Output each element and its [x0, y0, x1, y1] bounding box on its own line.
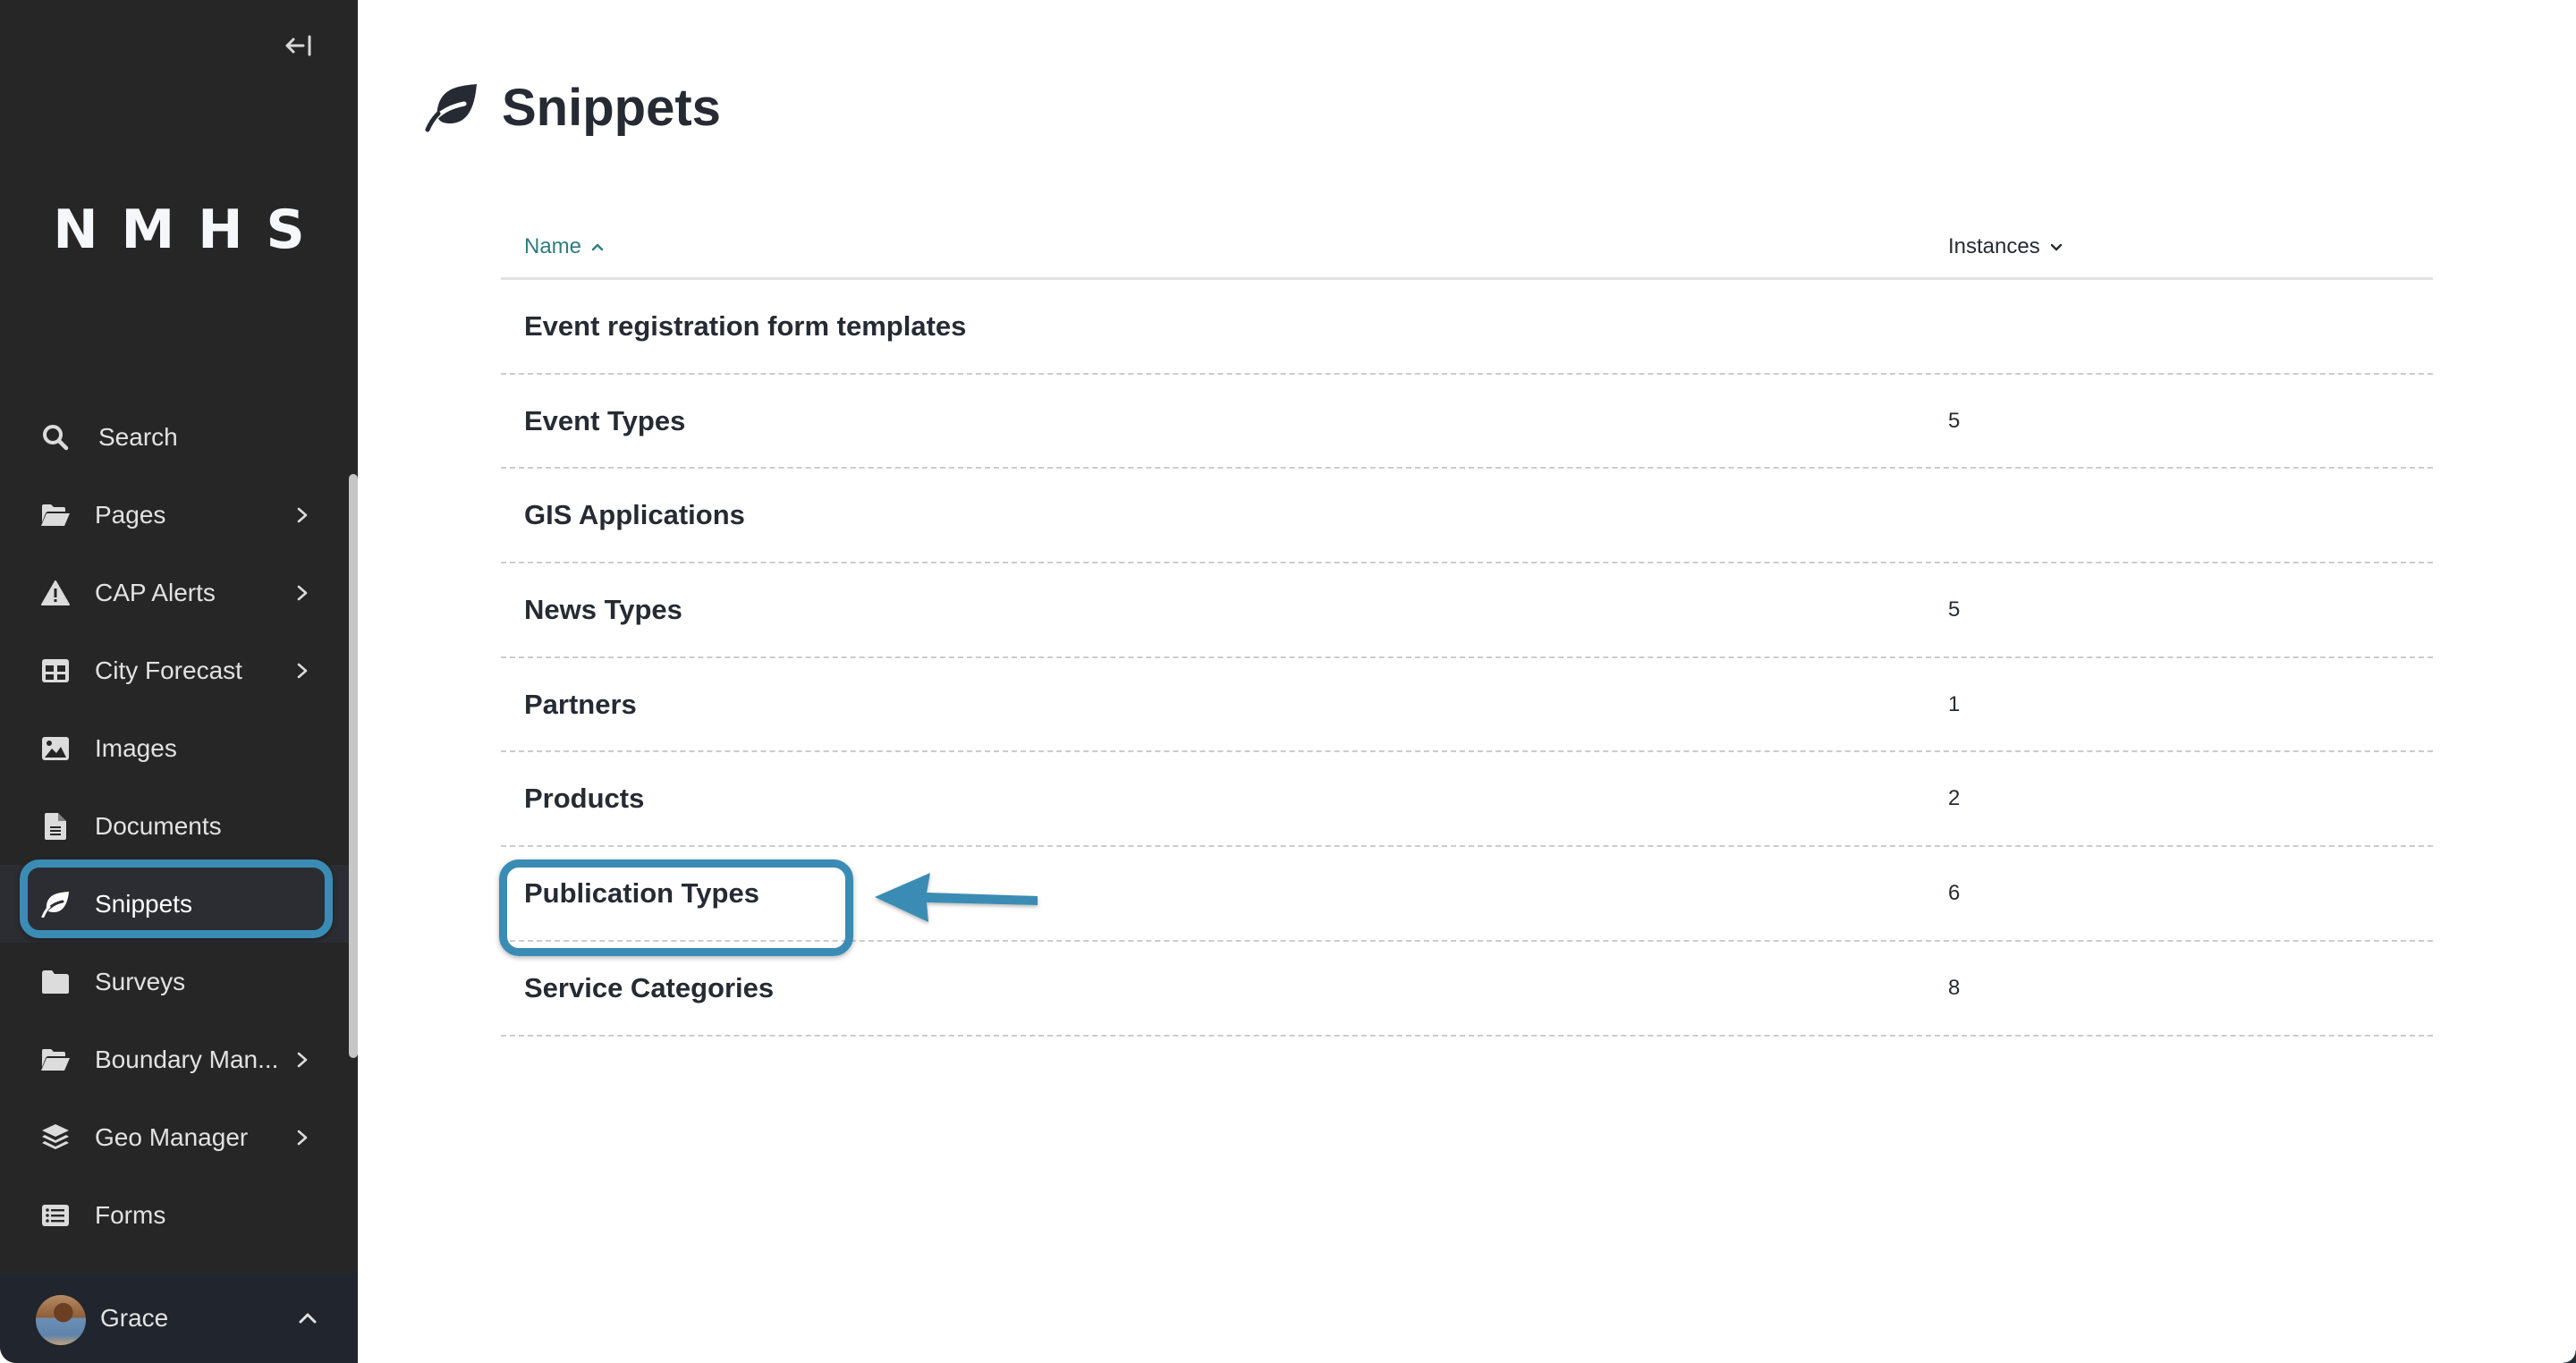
sidebar-item-label: Images	[95, 733, 177, 762]
instances-count: 6	[1948, 880, 1961, 905]
sidebar-scrollbar[interactable]	[349, 474, 358, 1058]
snippet-name-link[interactable]: Products	[524, 783, 644, 815]
user-menu[interactable]: Grace	[0, 1274, 358, 1363]
sidebar-item-geo-manager[interactable]: Geo Manager	[0, 1098, 349, 1176]
snippet-name-link[interactable]: News Types	[524, 594, 682, 626]
sidebar-item-label: Snippets	[95, 889, 192, 918]
snippet-name-link[interactable]: Event registration form templates	[524, 310, 966, 343]
snippet-name-link[interactable]: Publication Types	[524, 877, 759, 910]
page-header: Snippets	[425, 73, 721, 141]
warning-icon	[39, 577, 72, 609]
sidebar-item-label: Boundary Man...	[95, 1045, 279, 1073]
leaf-icon	[425, 84, 477, 132]
column-header-label: Instances	[1948, 234, 2040, 258]
collapse-sidebar-button[interactable]	[279, 27, 318, 64]
sidebar-item-pages[interactable]: Pages	[0, 476, 349, 554]
chevron-down-icon	[2050, 243, 2062, 251]
snippets-table: Name Instances Event registration form t…	[501, 215, 2433, 1037]
folder-icon	[39, 966, 72, 998]
sidebar-item-documents[interactable]: Documents	[0, 787, 349, 865]
chevron-right-icon	[292, 504, 313, 526]
chevron-right-icon	[292, 582, 313, 604]
user-name: Grace	[100, 1304, 169, 1332]
snippet-name-link[interactable]: Event Types	[524, 405, 685, 437]
table-icon	[39, 655, 72, 687]
avatar	[36, 1295, 86, 1345]
page-title: Snippets	[502, 78, 721, 137]
instances-count: 1	[1948, 691, 1961, 716]
sidebar-item-label: City Forecast	[95, 656, 242, 684]
sidebar-item-label: Surveys	[95, 967, 186, 995]
sidebar-item-cap-alerts[interactable]: CAP Alerts	[0, 554, 349, 631]
column-header-instances[interactable]: Instances	[1948, 234, 2063, 259]
sidebar-item-boundary-manager[interactable]: Boundary Man...	[0, 1020, 349, 1098]
table-row[interactable]: Publication Types 6	[501, 847, 2433, 942]
main-content: Snippets Name Instances Event registrati…	[358, 0, 2576, 1363]
sidebar-item-images[interactable]: Images	[0, 709, 349, 787]
instances-count: 5	[1948, 408, 1961, 433]
sidebar-item-label: Pages	[95, 500, 166, 529]
leaf-icon	[39, 888, 72, 920]
table-row[interactable]: Partners 1	[501, 658, 2433, 753]
chevron-right-icon	[292, 1127, 313, 1148]
chevron-up-icon	[591, 243, 604, 251]
sidebar-item-snippets[interactable]: Snippets	[0, 865, 349, 943]
sidebar-item-surveys[interactable]: Surveys	[0, 943, 349, 1020]
snippet-name-link[interactable]: Service Categories	[524, 972, 774, 1004]
search-icon	[39, 421, 72, 453]
table-row[interactable]: Service Categories 8	[501, 942, 2433, 1037]
chevron-up-icon	[299, 1313, 317, 1324]
table-body: Event registration form templates Event …	[501, 280, 2433, 1037]
table-row[interactable]: News Types 5	[501, 563, 2433, 658]
sidebar-item-label: CAP Alerts	[95, 578, 216, 606]
table-row[interactable]: Event Types 5	[501, 375, 2433, 470]
collapse-left-icon	[285, 35, 311, 56]
sidebar: NMHS Search Pages CAP Alerts City Foreca…	[0, 0, 358, 1363]
sidebar-item-label: Documents	[95, 811, 222, 840]
window-corner	[2563, 1350, 2576, 1363]
table-row[interactable]: GIS Applications	[501, 469, 2433, 564]
table-row[interactable]: Products 2	[501, 752, 2433, 848]
image-icon	[39, 732, 72, 765]
folder-open-icon	[39, 1044, 72, 1076]
list-icon	[39, 1199, 72, 1232]
chevron-right-icon	[292, 660, 313, 682]
sidebar-item-label: Search	[98, 422, 178, 451]
folder-open-icon	[39, 499, 72, 531]
chevron-right-icon	[292, 1049, 313, 1071]
layers-icon	[39, 1122, 72, 1154]
logo[interactable]: NMHS	[0, 199, 358, 261]
sidebar-menu: Search Pages CAP Alerts City Forecast Im…	[0, 398, 349, 1254]
column-header-label: Name	[524, 234, 582, 258]
sidebar-item-city-forecast[interactable]: City Forecast	[0, 631, 349, 709]
table-row[interactable]: Event registration form templates	[501, 280, 2433, 375]
table-header: Name Instances	[501, 215, 2433, 280]
sidebar-item-label: Geo Manager	[95, 1122, 249, 1151]
snippet-name-link[interactable]: Partners	[524, 689, 637, 721]
snippet-name-link[interactable]: GIS Applications	[524, 499, 745, 531]
sidebar-item-label: Forms	[95, 1200, 166, 1229]
sidebar-item-forms[interactable]: Forms	[0, 1176, 349, 1254]
instances-count: 8	[1948, 975, 1961, 1000]
instances-count: 2	[1948, 786, 1961, 811]
sidebar-item-search[interactable]: Search	[0, 398, 349, 476]
column-header-name[interactable]: Name	[524, 234, 605, 259]
document-icon	[39, 810, 72, 842]
instances-count: 5	[1948, 597, 1961, 622]
